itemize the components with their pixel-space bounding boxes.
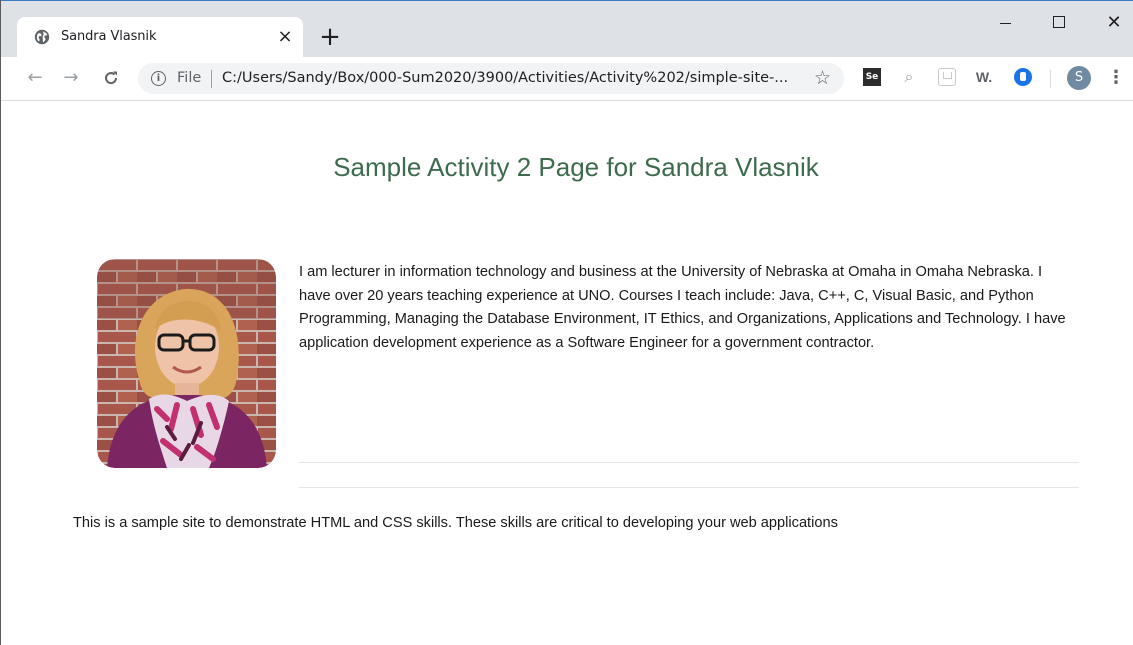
window-close-button[interactable]: ✕	[1099, 11, 1129, 35]
url-text[interactable]: C:/Users/Sandy/Box/000-Sum2020/3900/Acti…	[222, 70, 802, 87]
address-bar[interactable]: i File C:/Users/Sandy/Box/000-Sum2020/39…	[138, 63, 844, 94]
profile-photo	[97, 259, 276, 468]
save-extension-icon[interactable]	[938, 68, 956, 86]
password-extension-icon[interactable]	[1014, 68, 1032, 86]
star-icon[interactable]: ☆	[814, 67, 831, 89]
forward-button[interactable]: →	[59, 66, 83, 90]
back-button[interactable]: ←	[23, 66, 47, 90]
tab-strip: Sandra Vlasnik × + ✕	[1, 0, 1133, 58]
divider-bottom	[299, 487, 1079, 488]
scheme-label: File	[177, 70, 202, 86]
tab-active[interactable]: Sandra Vlasnik ×	[17, 17, 303, 58]
vertical-dots-icon[interactable]: ⋮	[1107, 66, 1125, 90]
globe-icon	[34, 29, 50, 45]
info-icon[interactable]: i	[151, 71, 166, 86]
maximize-button[interactable]	[1044, 11, 1074, 35]
address-separator	[211, 70, 212, 88]
w-extension-icon[interactable]: W.	[975, 68, 993, 86]
toolbar-separator	[1050, 70, 1051, 88]
tab-close-button[interactable]: ×	[275, 27, 295, 47]
minimize-button[interactable]	[990, 11, 1020, 35]
profile-avatar[interactable]: S	[1067, 66, 1091, 90]
maximize-icon	[1053, 16, 1065, 28]
browser-window: Sandra Vlasnik × + ✕ ← → i File C:/Users…	[0, 0, 1133, 645]
divider-top	[299, 462, 1079, 463]
tab-title: Sandra Vlasnik	[61, 29, 157, 44]
search-lens-extension-icon[interactable]: ⌕	[900, 68, 918, 86]
reload-icon	[105, 71, 118, 85]
footer-text: This is a sample site to demonstrate HTM…	[73, 515, 838, 531]
reload-button[interactable]	[99, 66, 123, 90]
new-tab-button[interactable]: +	[317, 24, 343, 50]
page-content: Sample Activity 2 Page for Sandra Vlasni…	[1, 101, 1133, 645]
browser-toolbar: ← → i File C:/Users/Sandy/Box/000-Sum202…	[1, 57, 1133, 101]
page-title: Sample Activity 2 Page for Sandra Vlasni…	[333, 152, 819, 182]
minimize-icon	[999, 22, 1011, 25]
selenium-extension-icon[interactable]: Se	[863, 68, 881, 86]
bio-paragraph: I am lecturer in information technology …	[299, 264, 1066, 351]
